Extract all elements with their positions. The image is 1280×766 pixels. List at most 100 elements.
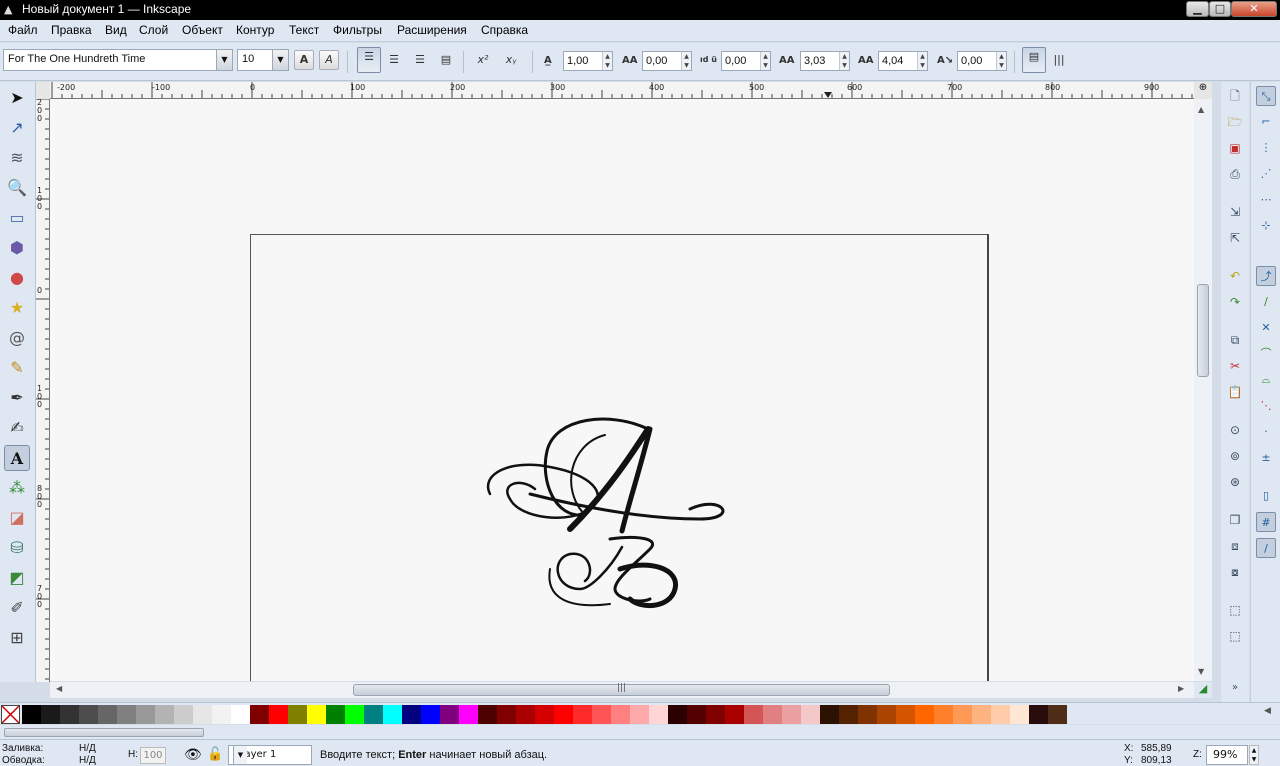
chevron-down-icon[interactable]: ▼ [233, 746, 247, 764]
color-swatch[interactable] [364, 705, 383, 724]
snap-grid-icon[interactable]: # [1256, 512, 1276, 532]
letter-spacing-spin[interactable]: 0,00 ▲ ▼ [642, 51, 692, 71]
menu-filters[interactable]: Фильтры [333, 23, 382, 37]
chevron-down-icon[interactable]: ▼ [272, 50, 288, 70]
color-swatch[interactable] [402, 705, 421, 724]
menu-layer[interactable]: Слой [139, 23, 168, 37]
color-swatch[interactable] [155, 705, 174, 724]
spin-arrows-icon[interactable]: ▲ ▼ [681, 52, 691, 70]
color-managed-icon[interactable]: ◢ [1194, 682, 1212, 698]
color-swatch[interactable] [801, 705, 820, 724]
color-swatch[interactable] [231, 705, 250, 724]
spin-arrows-icon[interactable]: ▲ ▼ [760, 52, 770, 70]
color-swatch[interactable] [174, 705, 193, 724]
align-left-button[interactable]: ☰ [357, 47, 381, 73]
fill-value[interactable]: Н/Д [79, 743, 96, 754]
justify-button[interactable]: ▤ [435, 49, 457, 71]
opacity-field[interactable]: 100 [140, 747, 166, 764]
snap-bbox-mid-icon[interactable]: ⋯ [1256, 190, 1276, 210]
drawing-canvas[interactable]: А Б [50, 99, 1194, 681]
zoom-field[interactable]: 99% [1206, 745, 1248, 765]
maximize-button[interactable]: □ [1209, 1, 1231, 17]
color-swatch[interactable] [535, 705, 554, 724]
color-swatch[interactable] [896, 705, 915, 724]
rect-icon[interactable]: ▭ [4, 205, 30, 231]
color-swatch[interactable] [383, 705, 402, 724]
scroll-right-icon[interactable]: ▶ [1178, 684, 1184, 693]
vertical-text-button[interactable]: ||| [1048, 49, 1070, 71]
spin-arrows-icon[interactable]: ▲ ▼ [839, 52, 849, 70]
color-swatch[interactable] [554, 705, 573, 724]
spray-icon[interactable]: ⁂ [4, 475, 30, 501]
menu-view[interactable]: Вид [105, 23, 127, 37]
export-icon[interactable]: ⇱ [1225, 228, 1245, 248]
duplicate-icon[interactable]: ❐ [1225, 510, 1245, 530]
color-swatch[interactable] [611, 705, 630, 724]
horizontal-text-button[interactable]: ▤ [1022, 47, 1046, 73]
calligraphy-icon[interactable]: ✍ [4, 415, 30, 441]
print-icon[interactable]: ⎙ [1225, 164, 1245, 184]
line-spacing-spin[interactable]: 1,00 ▲ ▼ [563, 51, 613, 71]
lock-icon[interactable]: 🔓 [207, 746, 223, 762]
color-swatch[interactable] [516, 705, 535, 724]
color-swatch[interactable] [877, 705, 896, 724]
inkscape-app-icon[interactable]: ▲ [4, 3, 17, 16]
color-swatch[interactable] [41, 705, 60, 724]
color-swatch[interactable] [725, 705, 744, 724]
spin-arrows-icon[interactable]: ▲ ▼ [602, 52, 612, 70]
menu-file[interactable]: Файл [8, 23, 38, 37]
snap-object-center-icon[interactable]: · [1256, 422, 1276, 442]
color-swatch[interactable] [60, 705, 79, 724]
gradient-icon[interactable]: ◩ [4, 565, 30, 591]
color-swatch[interactable] [117, 705, 136, 724]
import-icon[interactable]: ⇲ [1225, 202, 1245, 222]
ellipse-icon[interactable]: ● [4, 265, 30, 291]
spiral-icon[interactable]: @ [4, 325, 30, 351]
star-icon[interactable]: ★ [4, 295, 30, 321]
selector-icon[interactable]: ➤ [4, 85, 30, 111]
vertical-shift-spin[interactable]: 4,04 ▲ ▼ [878, 51, 928, 71]
palette-scroll-thumb[interactable] [4, 728, 204, 737]
snap-page-border-icon[interactable]: ▯ [1256, 486, 1276, 506]
new-document-icon[interactable]: 🗋 [1225, 86, 1245, 106]
menu-path[interactable]: Контур [236, 23, 274, 37]
snap-intersection-icon[interactable]: ✕ [1256, 318, 1276, 338]
color-swatch[interactable] [934, 705, 953, 724]
stroke-value[interactable]: Н/Д [79, 755, 96, 766]
color-swatch[interactable] [22, 705, 41, 724]
color-swatch[interactable] [953, 705, 972, 724]
menu-text[interactable]: Текст [289, 23, 319, 37]
subscript-button[interactable]: xᵧ [500, 49, 522, 71]
group-icon[interactable]: ⬚ [1225, 600, 1245, 620]
box3d-icon[interactable]: ⬢ [4, 235, 30, 261]
color-swatch[interactable] [820, 705, 839, 724]
dropper-icon[interactable]: ✐ [4, 595, 30, 621]
close-button[interactable]: ✕ [1231, 1, 1277, 17]
snap-guide-icon[interactable]: / [1256, 538, 1276, 558]
paste-icon[interactable]: 📋 [1225, 382, 1245, 402]
layer-selector[interactable]: •Layer 1 ▼ [228, 745, 312, 765]
italic-button[interactable]: A [319, 50, 339, 70]
cut-icon[interactable]: ✂ [1225, 356, 1245, 376]
zoom-drawing-icon[interactable]: ⊚ [1225, 446, 1245, 466]
color-swatch[interactable] [79, 705, 98, 724]
ungroup-icon[interactable]: ⬚ [1225, 626, 1245, 646]
zoom-corner-icon[interactable]: ⊕ [1194, 82, 1212, 99]
color-swatch[interactable] [459, 705, 478, 724]
color-swatch[interactable] [1048, 705, 1067, 724]
vertical-scrollbar[interactable]: ▲ ▼ [1194, 99, 1212, 681]
color-swatch[interactable] [250, 705, 269, 724]
snap-bbox-icon[interactable]: ⌐ [1256, 112, 1276, 132]
menu-object[interactable]: Объект [182, 23, 223, 37]
color-swatch[interactable] [478, 705, 497, 724]
color-swatch[interactable] [649, 705, 668, 724]
text-icon[interactable]: A [4, 445, 30, 471]
spin-arrows-icon[interactable]: ▲ ▼ [996, 52, 1006, 70]
color-swatch[interactable] [212, 705, 231, 724]
redo-icon[interactable]: ↷ [1225, 292, 1245, 312]
open-icon[interactable]: 🗁 [1225, 112, 1245, 132]
color-swatch[interactable] [839, 705, 858, 724]
color-swatch[interactable] [972, 705, 991, 724]
horizontal-ruler[interactable]: -200 -100 0 100 200 300 400 500 600 700 … [50, 82, 1212, 99]
color-swatch[interactable] [193, 705, 212, 724]
